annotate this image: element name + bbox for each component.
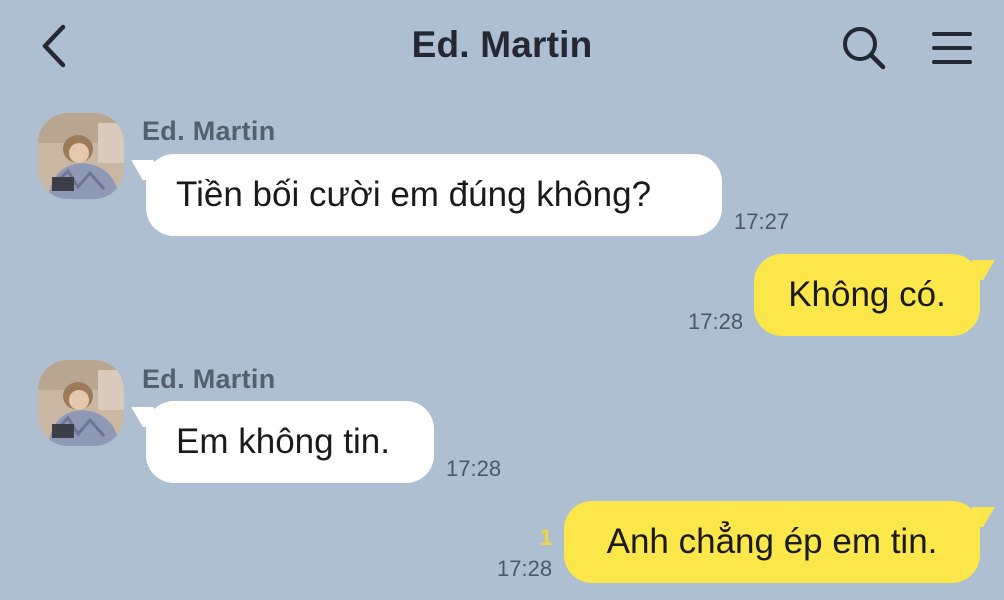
incoming-message-bubble[interactable]: Em không tin. bbox=[146, 401, 434, 483]
message-text: Không có. bbox=[788, 275, 946, 314]
search-icon bbox=[843, 27, 886, 70]
sender-name: Ed. Martin bbox=[142, 116, 276, 146]
avatar[interactable] bbox=[38, 360, 124, 446]
message-time: 17:28 bbox=[446, 456, 502, 481]
search-button[interactable] bbox=[836, 22, 892, 74]
outgoing-message-bubble[interactable]: Anh chẳng ép em tin. bbox=[564, 501, 980, 583]
menu-button[interactable] bbox=[924, 22, 980, 74]
sender-name: Ed. Martin bbox=[142, 364, 276, 394]
message-time: 17:28 bbox=[688, 309, 744, 334]
profile-photo bbox=[38, 113, 124, 199]
profile-photo bbox=[38, 360, 124, 446]
message-time: 17:28 bbox=[497, 556, 553, 581]
message-text: Anh chẳng ép em tin. bbox=[606, 522, 938, 561]
hamburger-menu-icon bbox=[932, 32, 972, 64]
incoming-message-bubble[interactable]: Tiền bối cười em đúng không? bbox=[146, 154, 722, 236]
message-time: 17:27 bbox=[734, 209, 790, 234]
message-text: Tiền bối cười em đúng không? bbox=[176, 175, 652, 214]
chat-header: Ed. Martin bbox=[0, 0, 1004, 92]
unread-count: 1 bbox=[540, 525, 553, 550]
message-text: Em không tin. bbox=[176, 422, 390, 461]
avatar[interactable] bbox=[38, 113, 124, 199]
outgoing-message-bubble[interactable]: Không có. bbox=[754, 254, 980, 336]
